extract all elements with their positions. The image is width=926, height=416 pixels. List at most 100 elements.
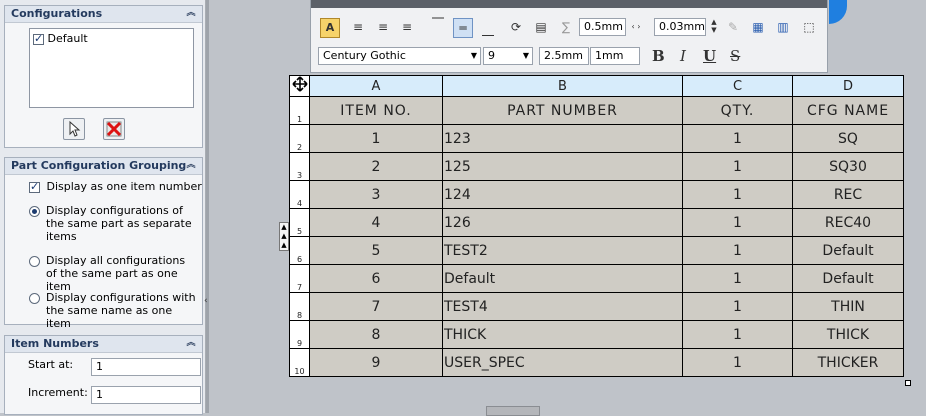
row-number[interactable]: 10 xyxy=(289,348,310,377)
part-number-cell[interactable]: 125 xyxy=(442,152,683,181)
column-c-header[interactable]: C xyxy=(682,75,793,97)
one-item-number-option[interactable]: Display as one item number xyxy=(29,180,202,193)
column-a-header[interactable]: A xyxy=(309,75,443,97)
cfg-name-cell[interactable]: REC40 xyxy=(792,208,904,237)
same-name-radio[interactable] xyxy=(29,293,40,304)
row-number[interactable]: 3 xyxy=(289,152,310,181)
border-icon[interactable]: ▤ xyxy=(532,18,550,36)
left-right-arrows-icon[interactable]: ‹ › xyxy=(627,18,645,36)
qty-cell[interactable]: 1 xyxy=(682,152,793,181)
grouping-header[interactable]: Part Configuration Grouping ︽ xyxy=(5,158,202,175)
spacing-input[interactable]: 1mm xyxy=(590,47,640,65)
row-number[interactable]: 9 xyxy=(289,320,310,349)
item-no-header[interactable]: ITEM NO. xyxy=(309,96,443,125)
collapse-panel-icon[interactable]: ‹ xyxy=(204,296,208,306)
start-at-input[interactable]: 1 xyxy=(91,358,201,376)
qty-cell[interactable]: 1 xyxy=(682,180,793,209)
column-d-header[interactable]: D xyxy=(792,75,904,97)
one-item-radio[interactable] xyxy=(29,256,40,267)
cfg-name-cell[interactable]: SQ xyxy=(792,124,904,153)
item-no-cell[interactable]: 3 xyxy=(309,180,443,209)
row-drag-handle[interactable]: ▲ ▲ ▲ xyxy=(279,222,289,251)
row-number[interactable]: 7 xyxy=(289,264,310,293)
cfg-name-cell[interactable]: THIN xyxy=(792,292,904,321)
part-number-cell[interactable]: USER_SPEC xyxy=(442,348,683,377)
item-no-cell[interactable]: 9 xyxy=(309,348,443,377)
cfg-name-cell[interactable]: THICKER xyxy=(792,348,904,377)
qty-cell[interactable]: 1 xyxy=(682,264,793,293)
qty-cell[interactable]: 1 xyxy=(682,320,793,349)
part-number-cell[interactable]: TEST2 xyxy=(442,236,683,265)
row-number[interactable]: 1 xyxy=(289,96,310,125)
chevron-down-icon[interactable]: ▼ xyxy=(523,48,529,64)
list-item[interactable]: Default xyxy=(33,32,88,45)
part-number-header[interactable]: PART NUMBER xyxy=(442,96,683,125)
text-height-input[interactable]: 2.5mm xyxy=(539,47,589,65)
part-number-cell[interactable]: 126 xyxy=(442,208,683,237)
move-table-handle[interactable] xyxy=(289,75,310,97)
border-width-input[interactable]: 0.5mm xyxy=(579,18,626,36)
cfg-name-cell[interactable]: Default xyxy=(792,264,904,293)
part-number-cell[interactable]: 124 xyxy=(442,180,683,209)
part-number-cell[interactable]: 123 xyxy=(442,124,683,153)
part-number-cell[interactable]: THICK xyxy=(442,320,683,349)
underline-button[interactable]: U xyxy=(703,47,716,65)
refresh-icon[interactable]: ⟳ xyxy=(507,18,525,36)
item-no-cell[interactable]: 7 xyxy=(309,292,443,321)
part-number-cell[interactable]: Default xyxy=(442,264,683,293)
align-bottom-icon[interactable]: ⎽ xyxy=(479,20,497,38)
bom-table[interactable]: A B C D 1 ITEM NO. PART NUMBER QTY. CFG … xyxy=(289,75,904,381)
collapse-icon[interactable]: ︽ xyxy=(185,7,197,20)
item-numbers-header[interactable]: Item Numbers ︽ xyxy=(5,336,202,353)
cfg-name-cell[interactable]: REC xyxy=(792,180,904,209)
part-number-cell[interactable]: TEST4 xyxy=(442,292,683,321)
qty-header[interactable]: QTY. xyxy=(682,96,793,125)
sheet-tab[interactable] xyxy=(486,406,540,416)
one-item-number-checkbox[interactable] xyxy=(29,180,40,193)
select-config-button[interactable] xyxy=(63,118,85,140)
font-name-select[interactable]: Century Gothic ▼ xyxy=(318,47,481,65)
sum-icon[interactable]: ∑ xyxy=(557,18,575,36)
line-width-input[interactable]: 0.03mm xyxy=(654,18,706,36)
select-frame-icon[interactable]: ⬚ xyxy=(800,18,818,36)
table-properties-icon[interactable]: ▦ xyxy=(749,18,767,36)
toolbar-titlebar[interactable] xyxy=(311,0,827,8)
font-size-select[interactable]: 9 ▼ xyxy=(483,47,533,65)
table-resize-handle[interactable] xyxy=(905,380,911,386)
qty-cell[interactable]: 1 xyxy=(682,124,793,153)
column-b-header[interactable]: B xyxy=(442,75,683,97)
qty-cell[interactable]: 1 xyxy=(682,236,793,265)
default-config-checkbox[interactable] xyxy=(33,32,44,45)
configurations-list[interactable]: Default xyxy=(29,28,194,108)
align-top-icon[interactable]: ⎺ xyxy=(429,14,447,32)
item-no-cell[interactable]: 5 xyxy=(309,236,443,265)
chevron-down-icon[interactable]: ▼ xyxy=(471,48,477,64)
bold-button[interactable]: B xyxy=(652,47,665,65)
configurations-header[interactable]: Configurations ︽ xyxy=(5,6,202,23)
align-right-icon[interactable]: ≡ xyxy=(398,18,416,36)
table-grid-icon[interactable]: ▥ xyxy=(774,18,792,36)
row-number[interactable]: 5 xyxy=(289,208,310,237)
item-no-cell[interactable]: 2 xyxy=(309,152,443,181)
row-number[interactable]: 2 xyxy=(289,124,310,153)
qty-cell[interactable]: 1 xyxy=(682,292,793,321)
text-style-icon[interactable]: A xyxy=(320,18,340,38)
strikethrough-button[interactable]: S xyxy=(730,47,740,65)
row-number[interactable]: 4 xyxy=(289,180,310,209)
qty-cell[interactable]: 1 xyxy=(682,348,793,377)
cfg-name-cell[interactable]: SQ30 xyxy=(792,152,904,181)
item-no-cell[interactable]: 6 xyxy=(309,264,443,293)
align-left-icon[interactable]: ≡ xyxy=(349,18,367,36)
spinner-icon[interactable]: ▲ ▼ xyxy=(705,18,723,36)
align-center-icon[interactable]: ≡ xyxy=(374,18,392,36)
align-middle-icon[interactable]: ═ xyxy=(453,18,473,38)
cfg-name-cell[interactable]: Default xyxy=(792,236,904,265)
row-number[interactable]: 6 xyxy=(289,236,310,265)
clear-config-button[interactable] xyxy=(103,118,125,140)
row-number[interactable]: 8 xyxy=(289,292,310,321)
cfg-name-header[interactable]: CFG NAME xyxy=(792,96,904,125)
italic-button[interactable]: I xyxy=(680,47,686,65)
cfg-name-cell[interactable]: THICK xyxy=(792,320,904,349)
increment-input[interactable]: 1 xyxy=(91,386,201,404)
item-no-cell[interactable]: 8 xyxy=(309,320,443,349)
